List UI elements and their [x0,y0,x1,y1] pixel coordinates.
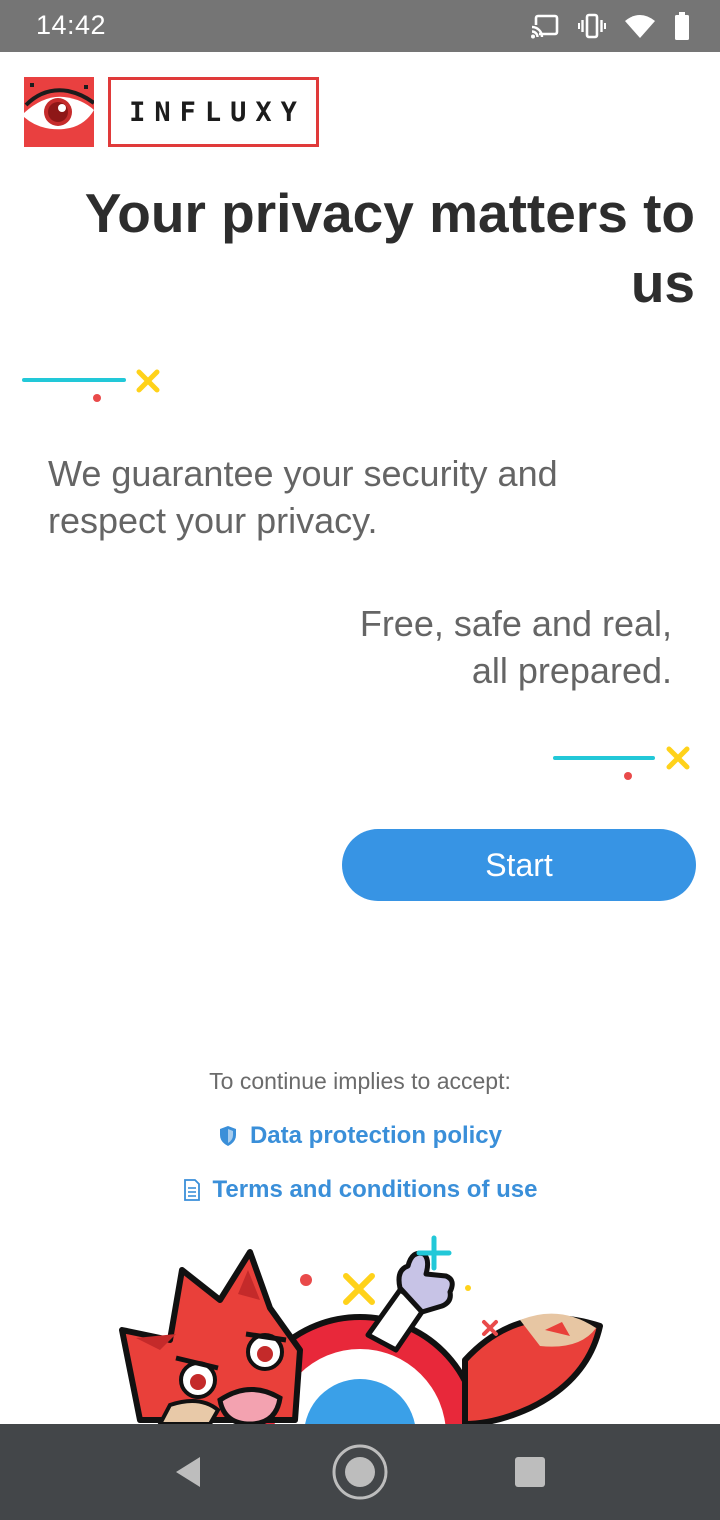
tagline: Free, safe and real, all prepared. [252,600,672,694]
recents-icon [515,1457,545,1487]
fox-mascot-illustration [100,1230,620,1424]
battery-icon [675,12,689,40]
navigation-bar [0,1424,720,1520]
data-protection-policy-link[interactable]: Data protection policy [0,1122,720,1150]
terms-and-conditions-label: Terms and conditions of use [212,1176,538,1203]
guarantee-text: We guarantee your security and respect y… [48,453,558,541]
back-icon [176,1457,200,1487]
home-icon [332,1444,388,1500]
start-button[interactable]: Start [342,829,696,901]
tagline-line-1: Free, safe and real, [359,603,672,644]
status-time: 14:42 [36,10,107,40]
page-title: Your privacy matters to us [84,182,695,314]
recents-button[interactable] [475,1424,585,1520]
decorative-divider [22,369,160,402]
tagline-line-2: all prepared. [471,650,672,691]
cast-icon [530,14,559,39]
data-protection-policy-label: Data protection policy [249,1122,503,1149]
decorative-divider [553,746,690,780]
wifi-icon [625,15,655,38]
document-icon [183,1179,200,1201]
brand-name: INFLUXY [129,96,306,128]
home-button[interactable] [305,1424,415,1520]
accept-text: To continue implies to accept: [209,1068,511,1094]
brand-wordmark: INFLUXY [108,77,319,147]
status-bar: 14:42 [0,0,720,52]
status-icons [530,12,690,40]
shield-icon [219,1126,236,1146]
back-button[interactable] [133,1424,243,1520]
terms-and-conditions-link[interactable]: Terms and conditions of use [0,1176,720,1204]
vibrate-icon [578,13,606,39]
logo-icon [24,77,94,147]
